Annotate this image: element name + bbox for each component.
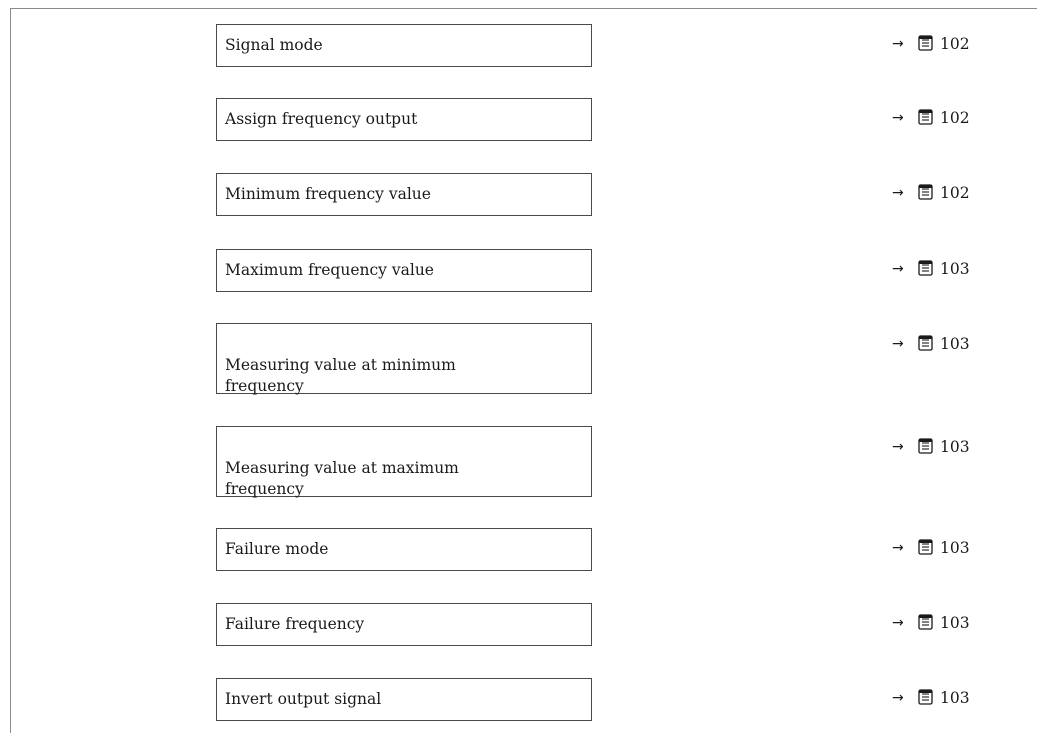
param-measuring-value-max-frequency[interactable]: Measuring value at maximum frequency: [216, 426, 592, 498]
book-page-icon: [918, 335, 933, 351]
book-page-icon: [918, 689, 933, 705]
param-label: Signal mode: [225, 36, 323, 54]
arrow-right-icon: →: [892, 185, 904, 201]
param-measuring-value-min-frequency[interactable]: Measuring value at minimum frequency: [216, 323, 592, 395]
book-page-icon: [918, 614, 933, 630]
page-ref-measuring-value-max-frequency[interactable]: → 103: [892, 436, 970, 458]
param-failure-frequency[interactable]: Failure frequency: [216, 603, 592, 646]
page-number: 103: [940, 614, 970, 632]
page-number: 103: [940, 539, 970, 557]
param-failure-mode[interactable]: Failure mode: [216, 528, 592, 571]
arrow-right-icon: →: [892, 439, 904, 455]
page-ref-invert-output-signal[interactable]: → 103: [892, 687, 970, 709]
page-number: 102: [940, 109, 970, 127]
book-page-icon: [918, 109, 933, 125]
book-page-icon: [918, 260, 933, 276]
page-ref-assign-frequency-output[interactable]: → 102: [892, 107, 970, 129]
param-label: Invert output signal: [225, 690, 382, 708]
page-ref-minimum-frequency-value[interactable]: → 102: [892, 182, 970, 204]
page-ref-signal-mode[interactable]: → 102: [892, 33, 970, 55]
page-number: 102: [940, 184, 970, 202]
arrow-right-icon: →: [892, 36, 904, 52]
page-number: 103: [940, 438, 970, 456]
page-number: 102: [940, 35, 970, 53]
book-page-icon: [918, 539, 933, 555]
page-number: 103: [940, 689, 970, 707]
frame-top-border: [10, 8, 1037, 9]
page-ref-measuring-value-min-frequency[interactable]: → 103: [892, 333, 970, 355]
param-signal-mode[interactable]: Signal mode: [216, 24, 592, 67]
param-minimum-frequency-value[interactable]: Minimum frequency value: [216, 173, 592, 216]
param-label: Maximum frequency value: [225, 261, 434, 279]
param-label: Assign frequency output: [225, 110, 418, 128]
frame-left-border: [10, 8, 11, 733]
arrow-right-icon: →: [892, 110, 904, 126]
arrow-right-icon: →: [892, 615, 904, 631]
param-maximum-frequency-value[interactable]: Maximum frequency value: [216, 249, 592, 292]
arrow-right-icon: →: [892, 336, 904, 352]
param-assign-frequency-output[interactable]: Assign frequency output: [216, 98, 592, 141]
param-label: Failure frequency: [225, 615, 365, 633]
arrow-right-icon: →: [892, 540, 904, 556]
param-invert-output-signal[interactable]: Invert output signal: [216, 678, 592, 721]
arrow-right-icon: →: [892, 261, 904, 277]
page-number: 103: [940, 335, 970, 353]
page-ref-failure-frequency[interactable]: → 103: [892, 612, 970, 634]
book-page-icon: [918, 35, 933, 51]
param-label: Measuring value at maximum frequency: [225, 459, 459, 498]
book-page-icon: [918, 438, 933, 454]
param-label: Measuring value at minimum frequency: [225, 356, 456, 395]
param-label: Failure mode: [225, 540, 329, 558]
arrow-right-icon: →: [892, 690, 904, 706]
page-ref-failure-mode[interactable]: → 103: [892, 537, 970, 559]
page-ref-maximum-frequency-value[interactable]: → 103: [892, 258, 970, 280]
book-page-icon: [918, 184, 933, 200]
page-number: 103: [940, 260, 970, 278]
param-label: Minimum frequency value: [225, 185, 431, 203]
